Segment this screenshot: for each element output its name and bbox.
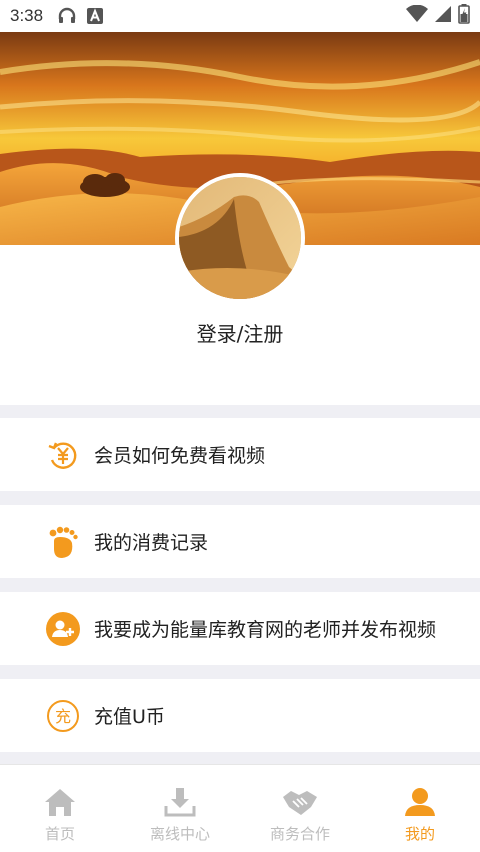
menu-item-label: 充值U币	[94, 706, 165, 728]
keyboard-a-icon	[87, 8, 104, 24]
tab-business-cooperation[interactable]: 商务合作	[240, 765, 360, 852]
menu-item-recharge[interactable]: 充 充值U币	[0, 679, 480, 752]
tab-home[interactable]: 首页	[0, 765, 120, 852]
login-register-link[interactable]: 登录/注册	[0, 318, 480, 347]
handshake-icon	[281, 787, 319, 821]
menu-item-label: 我的消费记录	[94, 532, 209, 554]
battery-icon	[458, 4, 470, 28]
add-user-icon	[46, 611, 80, 646]
avatar[interactable]	[175, 173, 305, 303]
signal-icon	[434, 5, 452, 27]
menu-item-label: 我要成为能量库教育网的老师并发布视频	[94, 619, 437, 641]
wifi-icon	[406, 4, 428, 27]
bottom-tab-bar: 首页 离线中心 商务合作 我的	[0, 764, 480, 852]
tab-label: 我的	[404, 825, 435, 843]
recharge-icon-text: 充	[55, 707, 71, 726]
status-time: 3:38	[10, 6, 44, 25]
home-icon	[43, 787, 77, 821]
menu-item-become-teacher[interactable]: 我要成为能量库教育网的老师并发布视频	[0, 592, 480, 665]
tab-label: 商务合作	[269, 825, 330, 843]
tab-label: 离线中心	[149, 825, 210, 843]
footprint-icon	[46, 525, 80, 559]
recharge-icon: 充	[46, 699, 80, 733]
status-bar: 3:38	[0, 0, 480, 32]
yen-refresh-icon	[46, 438, 80, 472]
tab-mine[interactable]: 我的	[360, 765, 480, 852]
download-icon	[163, 787, 197, 821]
menu-item-label: 会员如何免费看视频	[94, 445, 266, 467]
headphones-icon	[57, 7, 77, 25]
tab-label: 首页	[44, 825, 75, 843]
menu-item-consumption-record[interactable]: 我的消费记录	[0, 505, 480, 578]
person-icon	[403, 787, 437, 821]
menu-item-free-video-guide[interactable]: 会员如何免费看视频	[0, 418, 480, 491]
tab-offline-center[interactable]: 离线中心	[120, 765, 240, 852]
